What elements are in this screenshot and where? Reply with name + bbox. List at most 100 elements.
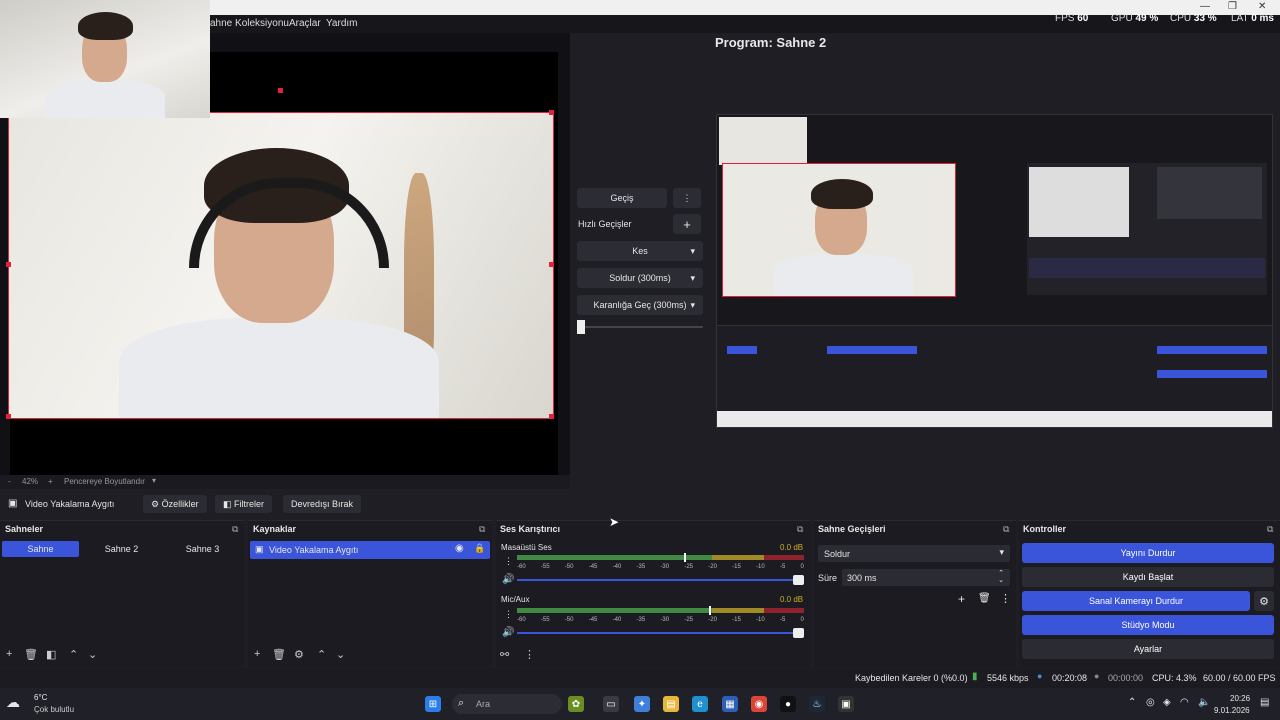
- stop-virtual-camera-button[interactable]: Sanal Kamerayı Durdur: [1022, 591, 1250, 611]
- file-explorer-icon[interactable]: ▤: [663, 696, 679, 712]
- quick-transition-fade-to-black[interactable]: Karanlığa Geç (300ms) ▾: [577, 295, 703, 315]
- chevron-down-icon[interactable]: ▾: [152, 476, 156, 485]
- undock-icon[interactable]: ⧉: [1003, 524, 1009, 535]
- lock-icon[interactable]: 🔒: [474, 543, 485, 554]
- more-options-icon[interactable]: ⋮: [673, 188, 701, 208]
- trash-icon[interactable]: 🗑: [272, 648, 286, 661]
- volume-slider-thumb[interactable]: [793, 575, 804, 585]
- scene-item-sahne-2[interactable]: Sahne 2: [83, 541, 160, 557]
- zoom-out-button[interactable]: -: [8, 477, 11, 486]
- scene-item-sahne-3[interactable]: Sahne 3: [164, 541, 241, 557]
- move-up-icon[interactable]: ⌃: [69, 648, 78, 661]
- edge-icon[interactable]: e: [692, 696, 708, 712]
- nested-program-preview: [1027, 163, 1267, 295]
- chrome-icon[interactable]: ◉: [751, 696, 767, 712]
- zoom-in-button[interactable]: +: [48, 477, 53, 486]
- undock-icon[interactable]: ⧉: [797, 524, 803, 535]
- deactivate-button[interactable]: Devredışı Bırak: [283, 495, 362, 513]
- tray-app-icon[interactable]: ◈: [1163, 697, 1171, 708]
- trash-icon[interactable]: 🗑: [978, 593, 991, 604]
- visibility-eye-icon[interactable]: ◉: [455, 543, 464, 554]
- nested-control-button: [1157, 370, 1267, 378]
- wifi-icon[interactable]: ◠: [1180, 697, 1189, 708]
- spin-down-icon[interactable]: ⌄: [998, 576, 1004, 584]
- volume-slider-thumb[interactable]: [793, 628, 804, 638]
- resize-handle[interactable]: [549, 414, 554, 419]
- scene-filter-icon[interactable]: ◧: [46, 648, 56, 661]
- widget-icon[interactable]: ✿: [568, 696, 584, 712]
- undock-icon[interactable]: ⧉: [479, 524, 485, 535]
- add-scene-icon[interactable]: +: [6, 648, 12, 660]
- add-source-icon[interactable]: +: [254, 648, 260, 660]
- undock-icon[interactable]: ⧉: [1267, 524, 1273, 535]
- volume-icon[interactable]: 🔈: [1198, 697, 1210, 708]
- filters-button[interactable]: ◧ Filtreler: [215, 495, 273, 513]
- store-icon[interactable]: ▦: [722, 696, 738, 712]
- volume-slider-track[interactable]: [517, 632, 797, 634]
- resize-handle[interactable]: [549, 110, 554, 115]
- resize-handle[interactable]: [6, 414, 11, 419]
- db-scale-label: -20: [708, 617, 717, 623]
- trash-icon[interactable]: 🗑: [24, 648, 38, 661]
- notification-icon[interactable]: ▤: [1260, 697, 1269, 708]
- add-icon[interactable]: +: [673, 214, 701, 234]
- move-down-icon[interactable]: ⌄: [336, 648, 345, 661]
- speaker-icon[interactable]: 🔊: [502, 627, 514, 638]
- maximize-button[interactable]: ❐: [1228, 1, 1237, 12]
- rotate-handle[interactable]: [278, 88, 283, 93]
- add-icon[interactable]: +: [958, 592, 965, 606]
- channel-db: 0.0 dB: [780, 543, 804, 552]
- tray-chevron-icon[interactable]: ⌃: [1128, 697, 1136, 708]
- db-scale-label: -40: [612, 564, 622, 570]
- volume-slider-track[interactable]: [517, 579, 797, 581]
- task-view-icon[interactable]: ▭: [603, 696, 619, 712]
- taskbar-search[interactable]: ⌕ Ara: [452, 694, 562, 714]
- more-options-icon[interactable]: ⋮: [504, 609, 513, 620]
- gear-icon[interactable]: ⚙: [294, 648, 304, 661]
- db-scale-label: -35: [636, 564, 646, 570]
- resize-handle[interactable]: [549, 262, 554, 267]
- t-bar-track[interactable]: [585, 326, 703, 328]
- menu-help[interactable]: Yardım: [326, 18, 358, 29]
- transition-button[interactable]: Geçiş: [577, 188, 667, 208]
- obs-icon[interactable]: ●: [780, 696, 796, 712]
- resize-handle[interactable]: [6, 262, 11, 267]
- copilot-icon[interactable]: ✦: [634, 696, 650, 712]
- start-recording-button[interactable]: Kaydı Başlat: [1022, 567, 1274, 587]
- minimize-button[interactable]: —: [1200, 1, 1210, 12]
- peak-marker: [709, 606, 711, 615]
- stop-streaming-button[interactable]: Yayını Durdur: [1022, 543, 1274, 563]
- link-icon[interactable]: ⚯: [500, 648, 509, 661]
- tray-app-icon[interactable]: ◎: [1146, 697, 1155, 708]
- more-options-icon[interactable]: ⋮: [504, 556, 513, 567]
- more-options-icon[interactable]: ⋮: [524, 648, 535, 661]
- windows-start-icon[interactable]: ⊞: [425, 696, 441, 712]
- db-scale-label: 0: [800, 617, 804, 623]
- duration-input[interactable]: 300 ms ⌃ ⌄: [842, 569, 1010, 586]
- close-button[interactable]: ✕: [1258, 1, 1266, 12]
- person-hair: [811, 179, 873, 209]
- source-item[interactable]: ▣ Video Yakalama Aygıtı ◉ 🔒: [250, 541, 490, 559]
- settings-button[interactable]: Ayarlar: [1022, 639, 1274, 659]
- scene-item-sahne[interactable]: Sahne: [2, 541, 79, 557]
- app-icon[interactable]: ▣: [838, 696, 854, 712]
- webcam-source-main[interactable]: [8, 112, 554, 419]
- studio-mode-button[interactable]: Stüdyo Modu: [1022, 615, 1274, 635]
- steam-icon[interactable]: ♨: [809, 696, 825, 712]
- transition-select[interactable]: Soldur ▾: [818, 545, 1010, 562]
- quick-transition-fade[interactable]: Soldur (300ms) ▾: [577, 268, 703, 288]
- quick-transition-cut[interactable]: Kes ▾: [577, 241, 703, 261]
- undock-icon[interactable]: ⧉: [232, 524, 238, 535]
- menu-tools[interactable]: Araçlar: [289, 18, 321, 29]
- move-up-icon[interactable]: ⌃: [317, 648, 326, 661]
- t-bar-slider[interactable]: [577, 320, 585, 334]
- weather-icon[interactable]: ☁: [6, 694, 20, 711]
- gear-icon[interactable]: ⚙: [1254, 591, 1274, 611]
- fit-to-window-label[interactable]: Pencereye Boyutlandır: [64, 477, 145, 486]
- menu-scene-collection[interactable]: ahne Koleksiyonu: [210, 18, 289, 29]
- move-down-icon[interactable]: ⌄: [88, 648, 97, 661]
- speaker-icon[interactable]: 🔊: [502, 574, 514, 585]
- more-options-icon[interactable]: ⋮: [1000, 592, 1011, 605]
- properties-button[interactable]: ⚙ Özellikler: [143, 495, 207, 513]
- stream-status-icon: ●: [1037, 671, 1043, 681]
